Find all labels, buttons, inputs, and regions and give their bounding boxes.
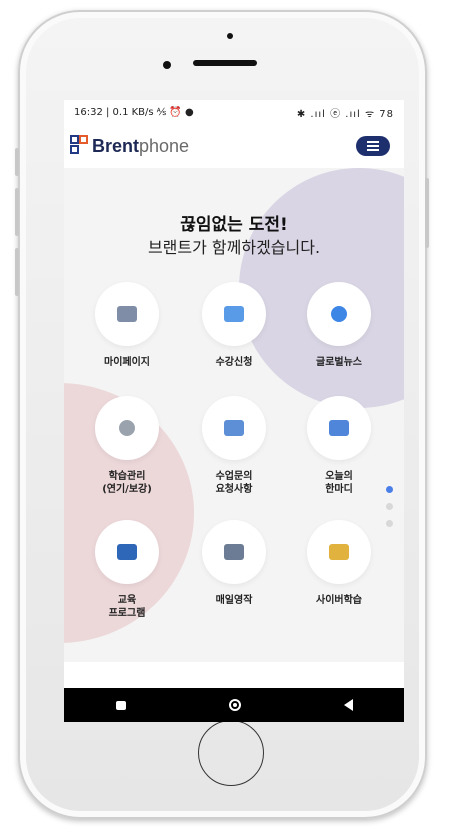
brand-name-light: phone: [139, 135, 190, 156]
content-footer: [64, 662, 404, 688]
globe-icon: [331, 306, 347, 322]
chat-icon: [329, 420, 349, 436]
page-indicator: [386, 486, 393, 537]
edit-note-icon: [224, 420, 244, 436]
menu-icon-button[interactable]: [307, 396, 371, 460]
earpiece-speaker: [193, 60, 257, 66]
menu-item[interactable]: 글로벌뉴스: [294, 282, 384, 369]
hamburger-icon: [367, 145, 379, 147]
menu-item-label: 교육 프로그램: [108, 595, 146, 619]
menu-icon-button[interactable]: [95, 396, 159, 460]
menu-icon-button[interactable]: [95, 282, 159, 346]
recent-apps-icon[interactable]: [115, 700, 126, 710]
page-dot-active[interactable]: [386, 486, 393, 493]
status-left: 16:32 | 0.1 KB/s ⅍ ⏰ ●: [74, 106, 194, 118]
menu-item-label: 매일영작: [215, 595, 253, 606]
screen-play-icon: [224, 544, 244, 560]
home-nav-icon[interactable]: [228, 699, 241, 711]
menu-icon-button[interactable]: [202, 520, 266, 584]
front-camera: [163, 61, 171, 69]
menu-item-label: 오늘의 한마디: [325, 471, 353, 495]
calendar-icon: [224, 306, 244, 322]
top-sensor: [227, 33, 233, 39]
menu-icon-button[interactable]: [307, 520, 371, 584]
hero-subtitle: 브랜트가 함께하겠습니다.: [147, 238, 321, 257]
brand-mark-icon: [70, 134, 90, 158]
back-icon[interactable]: [343, 699, 353, 711]
hero-section: 끊임없는 도전! 브랜트가 함께하겠습니다. 마이페이지 수강신청 글로벌뉴스학습관…: [64, 168, 404, 658]
brand-logo[interactable]: Brentphone: [70, 134, 189, 158]
menu-item[interactable]: 수강신청: [189, 282, 279, 369]
menu-item-label: 글로벌뉴스: [316, 357, 362, 368]
brand-name: Brentphone: [92, 136, 189, 157]
menu-item[interactable]: 매일영작: [189, 520, 279, 607]
side-button-left-3: [15, 248, 19, 296]
menu-icon-button[interactable]: [202, 396, 266, 460]
brand-name-strong: Brent: [92, 135, 140, 156]
menu-item-label: 수강신청: [215, 357, 253, 368]
phone-screen: 16:32 | 0.1 KB/s ⅍ ⏰ ● ✱ .ııl ⓔ .ııl ᯤ 7…: [64, 100, 404, 722]
menu-item[interactable]: 오늘의 한마디: [294, 396, 384, 496]
menu-item[interactable]: 교육 프로그램: [82, 520, 172, 620]
menu-item-label: 사이버학습: [316, 595, 362, 606]
menu-item-label: 학습관리 (연기/보강): [102, 471, 152, 495]
home-button[interactable]: [198, 720, 264, 786]
user-gear-icon: [117, 306, 137, 322]
side-button-left-2: [15, 188, 19, 236]
menu-icon-button[interactable]: [307, 282, 371, 346]
book-icon: [117, 544, 137, 560]
menu-item[interactable]: 학습관리 (연기/보강): [82, 396, 172, 496]
monitor-icon: [329, 544, 349, 560]
menu-icon-button[interactable]: [95, 520, 159, 584]
hero-title: 끊임없는 도전!: [180, 215, 288, 235]
menu-item-label: 마이페이지: [104, 357, 150, 368]
page-dot[interactable]: [386, 520, 393, 527]
award-icon: [119, 420, 135, 436]
menu-item[interactable]: 마이페이지: [82, 282, 172, 369]
menu-icon-button[interactable]: [202, 282, 266, 346]
page-dot[interactable]: [386, 503, 393, 510]
status-bar: 16:32 | 0.1 KB/s ⅍ ⏰ ● ✱ .ııl ⓔ .ııl ᯤ 7…: [64, 100, 404, 124]
menu-item[interactable]: 사이버학습: [294, 520, 384, 607]
side-button-left-1: [15, 148, 19, 176]
hamburger-menu-button[interactable]: [356, 136, 390, 156]
android-nav-bar: [64, 688, 404, 722]
side-button-right: [425, 178, 429, 248]
app-header: Brentphone: [64, 124, 404, 168]
menu-item-label: 수업문의 요청사항: [215, 471, 253, 495]
menu-item[interactable]: 수업문의 요청사항: [189, 396, 279, 496]
status-right: ✱ .ııl ⓔ .ııl ᯤ 78: [296, 108, 394, 120]
